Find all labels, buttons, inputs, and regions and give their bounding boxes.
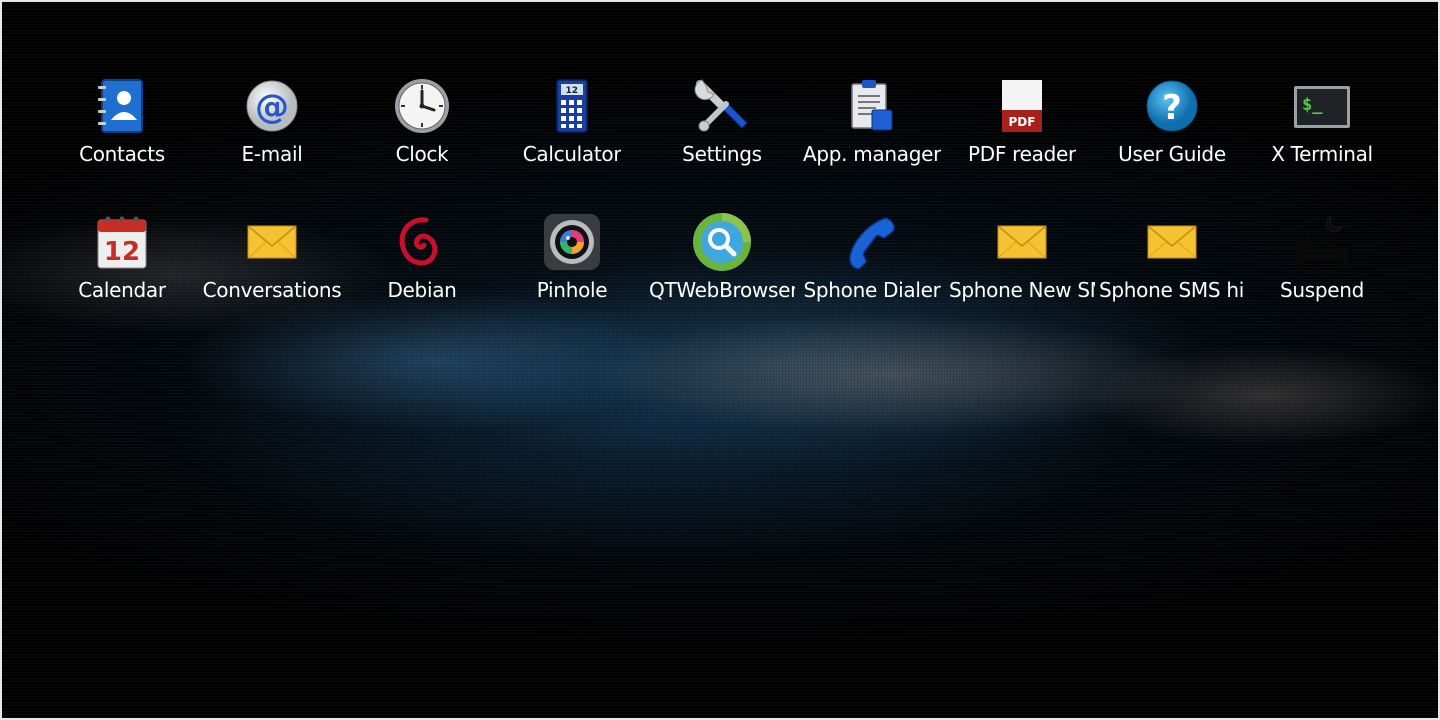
- app-label: Calendar: [78, 278, 166, 302]
- app-sphone-sms-history[interactable]: Sphone SMS his-: [1097, 210, 1247, 346]
- app-label: Settings: [682, 142, 762, 166]
- app-label: Sphone Dialer: [803, 278, 941, 302]
- app-label: E-mail: [241, 142, 303, 166]
- email-at-icon: @: [242, 74, 302, 138]
- app-label: Sphone New SM-: [949, 278, 1095, 302]
- app-contacts[interactable]: Contacts: [47, 74, 197, 210]
- envelope-icon: [1142, 210, 1202, 274]
- app-conversations[interactable]: Conversations: [197, 210, 347, 346]
- app-clock[interactable]: Clock: [347, 74, 497, 210]
- envelope-icon: [992, 210, 1052, 274]
- app-label: Pinhole: [536, 278, 608, 302]
- svg-text:12: 12: [104, 237, 140, 267]
- app-settings[interactable]: Settings: [647, 74, 797, 210]
- app-suspend[interactable]: Suspend: [1247, 210, 1397, 346]
- pdf-document-icon: PDF: [992, 74, 1052, 138]
- app-label: Debian: [387, 278, 457, 302]
- wrench-screwdriver-icon: [692, 74, 752, 138]
- app-app-manager[interactable]: App. manager: [797, 74, 947, 210]
- app-label: PDF reader: [968, 142, 1076, 166]
- debian-swirl-icon: [392, 210, 452, 274]
- app-label: App. manager: [802, 142, 942, 166]
- app-sphone-dialer[interactable]: Sphone Dialer: [797, 210, 947, 346]
- app-calculator[interactable]: 12 Calculator: [497, 74, 647, 210]
- app-email[interactable]: @ E-mail: [197, 74, 347, 210]
- calendar-icon: 12: [92, 210, 152, 274]
- question-mark-icon: ?: [1142, 74, 1202, 138]
- app-pdf-reader[interactable]: PDF PDF reader: [947, 74, 1097, 210]
- app-launcher-grid: Contacts @ E-mail Clock 12 Calculator Se…: [47, 74, 1397, 346]
- app-label: X Terminal: [1271, 142, 1373, 166]
- magnifier-globe-icon: [692, 210, 752, 274]
- bed-moon-icon: [1292, 210, 1352, 274]
- svg-text:$_: $_: [1302, 95, 1323, 115]
- app-debian[interactable]: Debian: [347, 210, 497, 346]
- desktop-screen: Contacts @ E-mail Clock 12 Calculator Se…: [0, 0, 1440, 720]
- app-label: Suspend: [1279, 278, 1365, 302]
- svg-text:@: @: [255, 87, 289, 127]
- app-label: Sphone SMS his-: [1099, 278, 1245, 302]
- app-label: Contacts: [79, 142, 165, 166]
- app-qtwebbrowser[interactable]: QTWebBrowser: [647, 210, 797, 346]
- app-label: Calculator: [522, 142, 622, 166]
- app-label: User Guide: [1118, 142, 1226, 166]
- app-user-guide[interactable]: ? User Guide: [1097, 74, 1247, 210]
- app-label: Clock: [395, 142, 449, 166]
- app-label: Conversations: [202, 278, 342, 302]
- calculator-icon: 12: [542, 74, 602, 138]
- terminal-icon: $_: [1292, 74, 1352, 138]
- app-sphone-new-sms[interactable]: Sphone New SM-: [947, 210, 1097, 346]
- clipboard-icon: [842, 74, 902, 138]
- svg-text:12: 12: [565, 86, 578, 96]
- phone-handset-icon: [842, 210, 902, 274]
- app-x-terminal[interactable]: $_ X Terminal: [1247, 74, 1397, 210]
- contacts-icon: [92, 74, 152, 138]
- svg-text:?: ?: [1162, 88, 1182, 128]
- camera-lens-icon: [542, 210, 602, 274]
- clock-icon: [392, 74, 452, 138]
- svg-text:PDF: PDF: [1009, 115, 1036, 129]
- app-calendar[interactable]: 12 Calendar: [47, 210, 197, 346]
- envelope-icon: [242, 210, 302, 274]
- app-label: QTWebBrowser: [649, 278, 795, 302]
- app-pinhole[interactable]: Pinhole: [497, 210, 647, 346]
